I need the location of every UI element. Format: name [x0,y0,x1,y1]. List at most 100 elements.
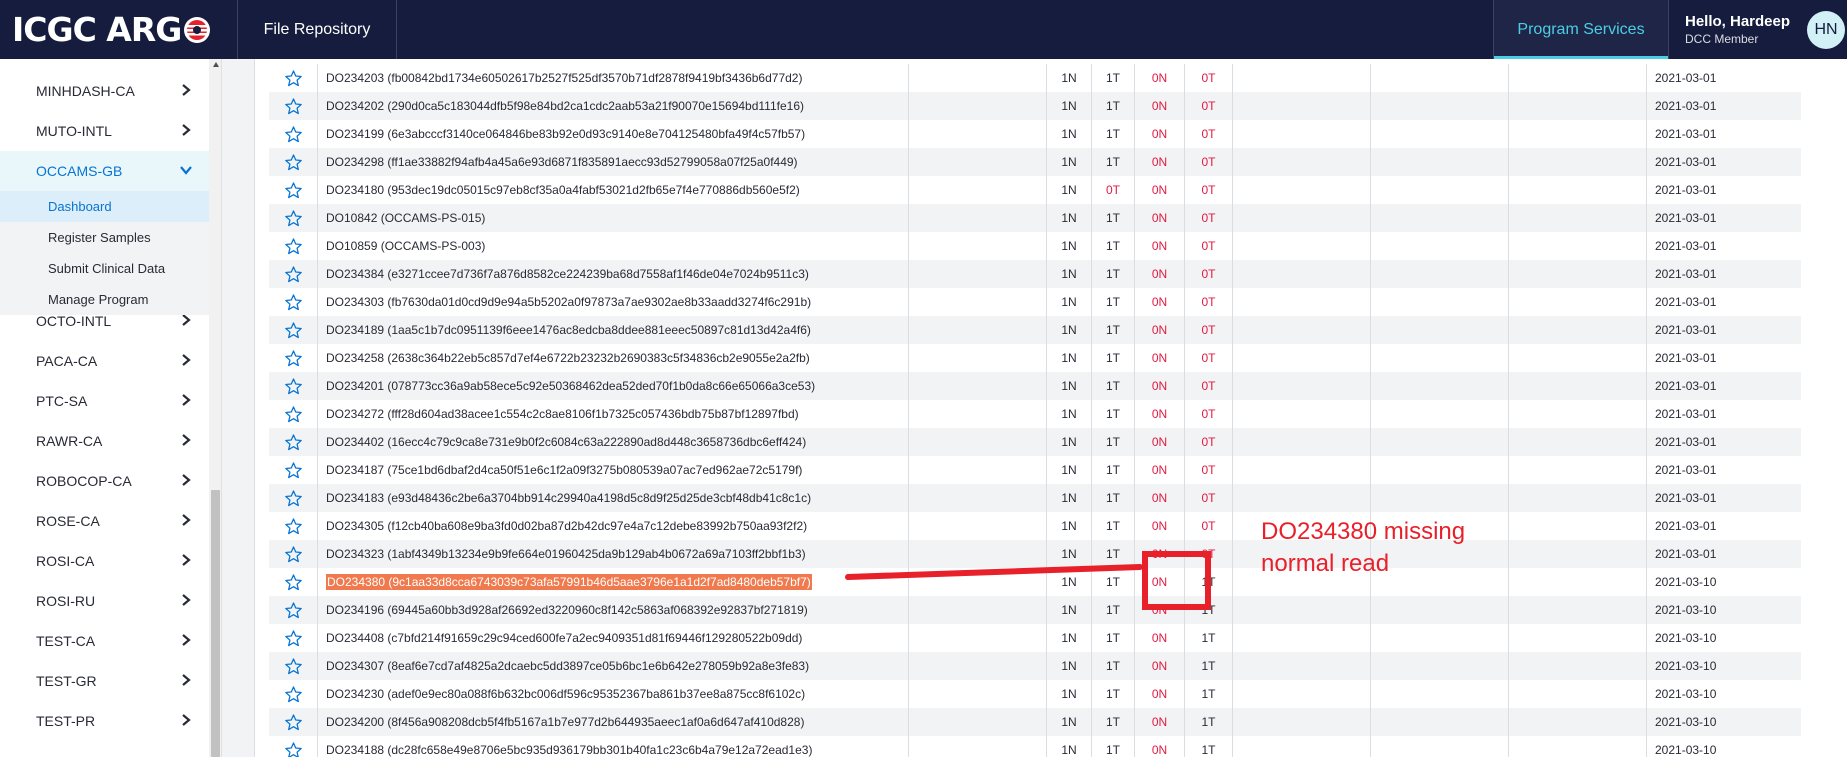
donor-id-link[interactable]: DO234402 (16ecc4c79c9ca8e731e9b0f2c6084c… [326,435,806,449]
sidebar-item-label: OCTO-INTL [36,313,112,329]
sidebar-item-test-ca[interactable]: TEST-CA [0,621,209,661]
chevron-right-icon[interactable] [179,83,193,97]
star-icon[interactable] [284,237,303,256]
sidebar-item-robocop-ca[interactable]: ROBOCOP-CA [0,461,209,501]
sidebar-item-rose-ca[interactable]: ROSE-CA [0,501,209,541]
tumour-read-count-cell: 0T [1185,204,1233,232]
tumour-count-cell: 1T [1092,344,1135,372]
donor-id-link[interactable]: DO234298 (ff1ae33882f94afb4a45a6e93d6871… [326,155,798,169]
star-icon[interactable] [284,265,303,284]
star-icon[interactable] [284,461,303,480]
scroll-up-arrow-icon[interactable] [213,62,219,67]
star-icon[interactable] [284,601,303,620]
star-icon[interactable] [284,321,303,340]
chevron-right-icon[interactable] [179,553,193,567]
tumour-count-cell: 1T [1092,428,1135,456]
chevron-right-icon[interactable] [179,633,193,647]
normal-count-cell: 1N [1047,316,1092,344]
avatar[interactable]: HN [1807,11,1845,49]
sidebar-item-muto-intl[interactable]: MUTO-INTL [0,111,209,151]
star-icon[interactable] [284,349,303,368]
sidebar-item-test-gr[interactable]: TEST-GR [0,661,209,701]
donor-id-link[interactable]: DO10842 (OCCAMS-PS-015) [326,211,485,225]
chevron-right-icon[interactable] [179,473,193,487]
sidebar-item-rawr-ca[interactable]: RAWR-CA [0,421,209,461]
star-icon[interactable] [284,489,303,508]
star-icon[interactable] [284,293,303,312]
empty-cell [1509,708,1647,736]
donor-id-link[interactable]: DO234200 (8f456a908208dcb5f4fb5167a1b7e9… [326,715,804,729]
donor-id-link[interactable]: DO234272 (fff28d604ad38acee1c554c2c8ae81… [326,407,799,421]
sidebar-item-minhdash-ca[interactable]: MINHDASH-CA [0,71,209,111]
star-icon[interactable] [284,125,303,144]
star-icon[interactable] [284,433,303,452]
tumour-count-cell: 1T [1092,736,1135,757]
chevron-right-icon[interactable] [179,353,193,367]
sidebar-item-paca-ca[interactable]: PACA-CA [0,341,209,381]
donor-id-link[interactable]: DO234183 (e93d48436c2be6a3704bb914c29940… [326,491,811,505]
donor-id-link[interactable]: DO234202 (290d0ca5c183044dfb5f98e84bd2ca… [326,99,804,113]
chevron-right-icon[interactable] [179,593,193,607]
chevron-right-icon[interactable] [179,433,193,447]
donor-id-link[interactable]: DO234323 (1abf4349b13234e9b9fe664e019604… [326,547,806,561]
sidebar-item-rosi-ca[interactable]: ROSI-CA [0,541,209,581]
icgc-argo-logo[interactable]: ICGC ARG [0,0,238,59]
sidebar-subitem-dashboard[interactable]: Dashboard [0,191,209,222]
donor-id-link[interactable]: DO234230 (adef0e9ec80a088f6b632bc006df59… [326,687,805,701]
star-icon[interactable] [284,629,303,648]
chevron-down-icon[interactable] [179,163,193,177]
chevron-right-icon[interactable] [179,123,193,137]
star-icon[interactable] [284,209,303,228]
donor-id-link[interactable]: DO234380 (9c1aa33d8cca6743039c73afa57991… [326,574,812,590]
donor-id-link[interactable]: DO234189 (1aa5c1b7dc0951139f6eee1476ac8e… [326,323,811,337]
donor-id-link[interactable]: DO234258 (2638c364b22eb5c857d7ef4e6722b2… [326,351,810,365]
sidebar-item-ptc-sa[interactable]: PTC-SA [0,381,209,421]
sidebar-subitem-manage-program[interactable]: Manage Program [0,284,209,315]
star-icon[interactable] [284,545,303,564]
tumour-read-count-cell: 0T [1185,288,1233,316]
chevron-right-icon[interactable] [179,313,193,327]
star-icon[interactable] [284,97,303,116]
sidebar-scroll-thumb[interactable] [211,490,220,757]
star-icon[interactable] [284,573,303,592]
nav-program-services[interactable]: Program Services [1493,0,1669,59]
star-icon[interactable] [284,153,303,172]
sidebar-item-occams-gb[interactable]: OCCAMS-GB [0,151,209,191]
donor-id-link[interactable]: DO234408 (c7bfd214f91659c29c94ced600fe7a… [326,631,802,645]
star-icon[interactable] [284,181,303,200]
chevron-right-icon[interactable] [179,513,193,527]
donor-id-link[interactable]: DO234305 (f12cb40ba608e9ba3fd0d02ba87d2b… [326,519,807,533]
star-icon[interactable] [284,405,303,424]
star-icon[interactable] [284,377,303,396]
nav-file-repository[interactable]: File Repository [238,0,397,59]
star-icon[interactable] [284,657,303,676]
empty-cell [1233,400,1371,428]
star-icon[interactable] [284,685,303,704]
empty-cell [1233,288,1371,316]
normal-count-cell: 1N [1047,680,1092,708]
star-icon[interactable] [284,741,303,757]
sidebar-item-rosi-ru[interactable]: ROSI-RU [0,581,209,621]
chevron-right-icon[interactable] [179,673,193,687]
chevron-right-icon[interactable] [179,713,193,727]
donor-id-link[interactable]: DO234307 (8eaf6e7cd7af4825a2dcaebc5dd389… [326,659,809,673]
donor-id-link[interactable]: DO234196 (69445a60bb3d928af26692ed322096… [326,603,808,617]
donor-id-link[interactable]: DO234187 (75ce1bd6dbaf2d4ca50f51e6c1f2a0… [326,463,802,477]
donor-id-link[interactable]: DO234203 (fb00842bd1734e60502617b2527f52… [326,71,802,85]
star-icon[interactable] [284,517,303,536]
chevron-right-icon[interactable] [179,393,193,407]
donor-id-link[interactable]: DO234199 (6e3abcccf3140ce064846be83b92e0… [326,127,805,141]
last-updated-cell: 2021-03-01 [1655,71,1717,85]
donor-id-link[interactable]: DO234201 (078773cc36a9ab58ece5c92e503684… [326,379,815,393]
star-icon[interactable] [284,69,303,88]
sidebar-subitem-submit-clinical-data[interactable]: Submit Clinical Data [0,253,209,284]
sidebar-item-test-pr[interactable]: TEST-PR [0,701,209,741]
star-icon[interactable] [284,713,303,732]
donor-id-link[interactable]: DO10859 (OCCAMS-PS-003) [326,239,485,253]
donor-id-link[interactable]: DO234303 (fb7630da01d0cd9d9e94a5b5202a0f… [326,295,811,309]
donor-id-link[interactable]: DO234188 (dc28fc658e49e8706e5bc935d93617… [326,743,812,757]
user-menu[interactable]: Hello, Hardeep DCC Member HN [1669,0,1847,59]
sidebar-subitem-register-samples[interactable]: Register Samples [0,222,209,253]
donor-id-link[interactable]: DO234180 (953dec19dc05015c97eb8cf35a0a4f… [326,183,800,197]
donor-id-link[interactable]: DO234384 (e3271ccee7d736f7a876d8582ce224… [326,267,809,281]
